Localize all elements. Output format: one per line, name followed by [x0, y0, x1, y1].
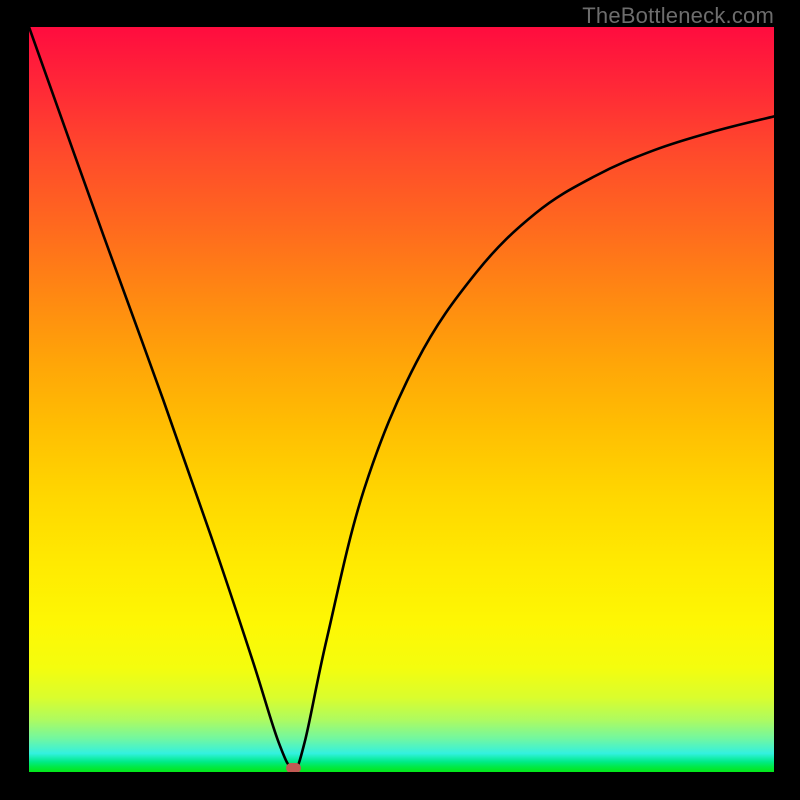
chart-frame: TheBottleneck.com — [0, 0, 800, 800]
watermark-text: TheBottleneck.com — [582, 3, 774, 29]
bottleneck-curve — [29, 27, 774, 768]
plot-area — [29, 27, 774, 772]
curve-layer — [29, 27, 774, 772]
optimal-point-marker — [286, 763, 301, 772]
